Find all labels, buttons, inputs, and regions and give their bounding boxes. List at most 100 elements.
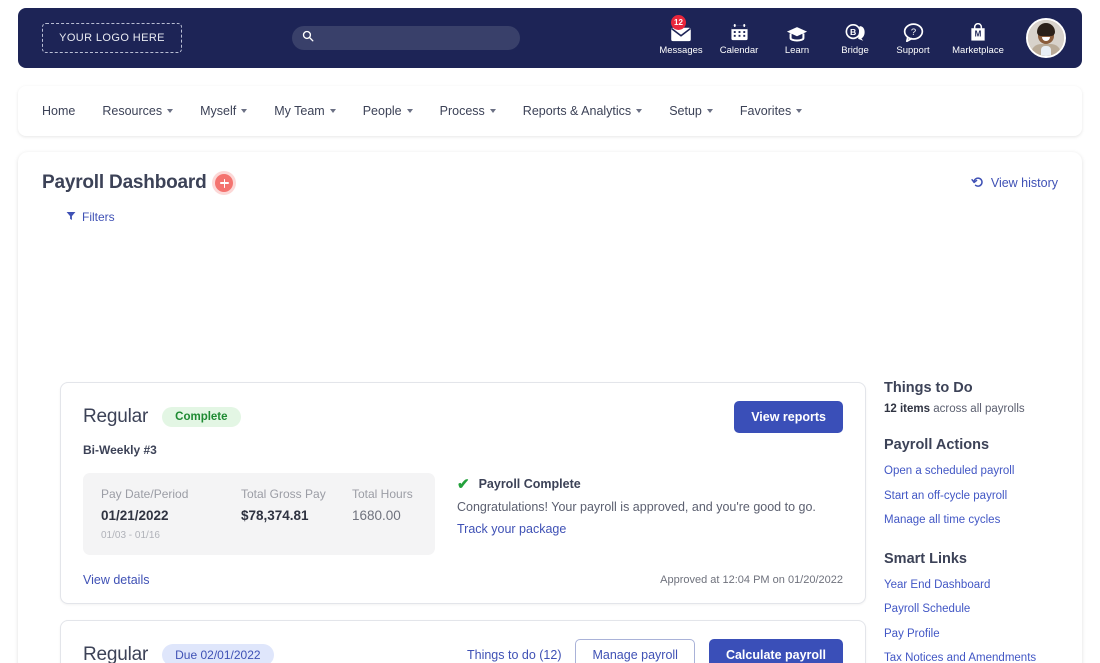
header-item-support[interactable]: ? Support (884, 20, 942, 56)
header-item-marketplace[interactable]: M Marketplace (942, 20, 1014, 56)
dashboard-sidebar: Things to Do 12 items across all payroll… (884, 380, 1074, 663)
summary-col-pay-date: Pay Date/Period 01/21/2022 01/03 - 01/16 (101, 487, 241, 541)
nav-item-myself[interactable]: Myself (200, 104, 247, 118)
summary-label: Total Gross Pay (241, 487, 352, 501)
payroll-card-header: Regular Complete View reports (83, 401, 843, 433)
header-item-bridge[interactable]: B Bridge (826, 20, 884, 56)
nav-item-my-team[interactable]: My Team (274, 104, 335, 118)
nav-item-label: Reports & Analytics (523, 104, 631, 118)
chevron-down-icon (490, 109, 496, 113)
summary-value: $78,374.81 (241, 508, 352, 523)
nav-item-home[interactable]: Home (42, 104, 75, 118)
plus-icon[interactable] (215, 174, 233, 192)
smart-link-year-end-dashboard[interactable]: Year End Dashboard (884, 578, 1074, 594)
nav-item-label: Resources (102, 104, 162, 118)
payroll-status-title: Payroll Complete (479, 477, 581, 491)
chevron-down-icon (241, 109, 247, 113)
things-to-do-suffix: across all payrolls (930, 403, 1025, 415)
bridge-chat-icon: B (844, 20, 866, 42)
nav-item-label: Process (440, 104, 485, 118)
nav-item-label: Myself (200, 104, 236, 118)
nav-item-label: Home (42, 104, 75, 118)
nav-item-reports-analytics[interactable]: Reports & Analytics (523, 104, 642, 118)
history-arrow-icon (971, 175, 985, 192)
view-details-link[interactable]: View details (83, 573, 149, 587)
smart-link-tax-notices[interactable]: Tax Notices and Amendments (884, 651, 1074, 663)
check-icon: ✔ (457, 477, 470, 492)
avatar-hair (1037, 23, 1055, 36)
smart-link-payroll-schedule[interactable]: Payroll Schedule (884, 602, 1074, 618)
summary-col-total-hours: Total Hours 1680.00 (352, 487, 413, 541)
header-item-learn[interactable]: Learn (768, 20, 826, 56)
status-badge: Complete (162, 407, 240, 427)
payroll-card-actions: View reports (734, 401, 843, 433)
chevron-down-icon (636, 109, 642, 113)
avatar[interactable] (1026, 18, 1066, 58)
header-item-label: Learn (785, 45, 809, 56)
header-icon-group: 12 Messages (652, 18, 1082, 58)
logo-placeholder[interactable]: YOUR LOGO HERE (42, 23, 182, 53)
nav-item-process[interactable]: Process (440, 104, 496, 118)
payroll-card-header: Regular Due 02/01/2022 Things to do (12)… (83, 639, 843, 663)
payroll-summary-panel: Pay Date/Period 01/21/2022 01/03 - 01/16… (83, 473, 435, 555)
nav-item-resources[interactable]: Resources (102, 104, 173, 118)
chevron-down-icon (330, 109, 336, 113)
nav-item-people[interactable]: People (363, 104, 413, 118)
header-item-label: Marketplace (952, 45, 1004, 56)
payroll-card-title: Regular (83, 406, 148, 428)
status-badge: Due 02/01/2022 (162, 644, 273, 663)
nav-item-favorites[interactable]: Favorites (740, 104, 802, 118)
view-reports-button[interactable]: View reports (734, 401, 843, 433)
payroll-status-block: ✔ Payroll Complete Congratulations! Your… (457, 473, 816, 555)
payroll-action-open-scheduled[interactable]: Open a scheduled payroll (884, 464, 1074, 480)
payroll-action-off-cycle[interactable]: Start an off-cycle payroll (884, 489, 1074, 505)
approved-timestamp: Approved at 12:04 PM on 01/20/2022 (660, 574, 843, 586)
chevron-down-icon (167, 109, 173, 113)
track-package-link[interactable]: Track your package (457, 522, 566, 536)
payroll-status-text: Congratulations! Your payroll is approve… (457, 500, 816, 514)
things-to-do-number: 12 items (884, 403, 930, 415)
nav-item-setup[interactable]: Setup (669, 104, 713, 118)
svg-text:?: ? (910, 27, 915, 38)
shopping-bag-icon: M (969, 20, 987, 42)
header-item-messages[interactable]: 12 Messages (652, 20, 710, 56)
funnel-icon (66, 210, 76, 224)
summary-label: Pay Date/Period (101, 487, 241, 501)
top-navigation-bar: YOUR LOGO HERE (18, 8, 1082, 68)
nav-item-label: Favorites (740, 104, 791, 118)
payroll-card-actions: Things to do (12) Manage payroll Calcula… (467, 639, 843, 663)
header-item-calendar[interactable]: Calendar (710, 20, 768, 56)
smart-links-section: Smart Links Year End Dashboard Payroll S… (884, 551, 1074, 663)
view-history-label: View history (991, 176, 1058, 190)
search-input[interactable] (320, 32, 510, 44)
summary-value: 1680.00 (352, 508, 413, 523)
search-container[interactable] (292, 26, 520, 50)
payroll-action-time-cycles[interactable]: Manage all time cycles (884, 513, 1074, 529)
search-icon (302, 29, 314, 47)
payroll-card-footer: View details Approved at 12:04 PM on 01/… (83, 555, 843, 603)
header-item-label: Messages (659, 45, 702, 56)
things-to-do-count: 12 items across all payrolls (884, 403, 1074, 415)
nav-item-label: People (363, 104, 402, 118)
payroll-actions-section: Payroll Actions Open a scheduled payroll… (884, 437, 1074, 529)
svg-text:M: M (975, 29, 982, 38)
chevron-down-icon (796, 109, 802, 113)
filters-button[interactable]: Filters (66, 210, 115, 224)
filters-label: Filters (82, 210, 115, 224)
summary-subvalue: 01/03 - 01/16 (101, 530, 241, 541)
view-history-button[interactable]: View history (971, 175, 1058, 192)
manage-payroll-button[interactable]: Manage payroll (575, 639, 694, 663)
header-item-label: Support (896, 45, 929, 56)
things-to-do-link[interactable]: Things to do (12) (467, 648, 562, 662)
smart-link-pay-profile[interactable]: Pay Profile (884, 627, 1074, 643)
things-to-do-section: Things to Do 12 items across all payroll… (884, 380, 1074, 415)
dashboard-header: Payroll Dashboard View history (18, 152, 1082, 194)
calculate-payroll-button[interactable]: Calculate payroll (709, 639, 843, 663)
smart-links-title: Smart Links (884, 551, 1074, 567)
chevron-down-icon (407, 109, 413, 113)
global-search (292, 26, 520, 50)
summary-value: 01/21/2022 (101, 508, 241, 523)
payroll-card-regular-complete: Regular Complete View reports Bi-Weekly … (60, 382, 866, 604)
messages-badge: 12 (671, 15, 686, 30)
nav-item-label: Setup (669, 104, 702, 118)
